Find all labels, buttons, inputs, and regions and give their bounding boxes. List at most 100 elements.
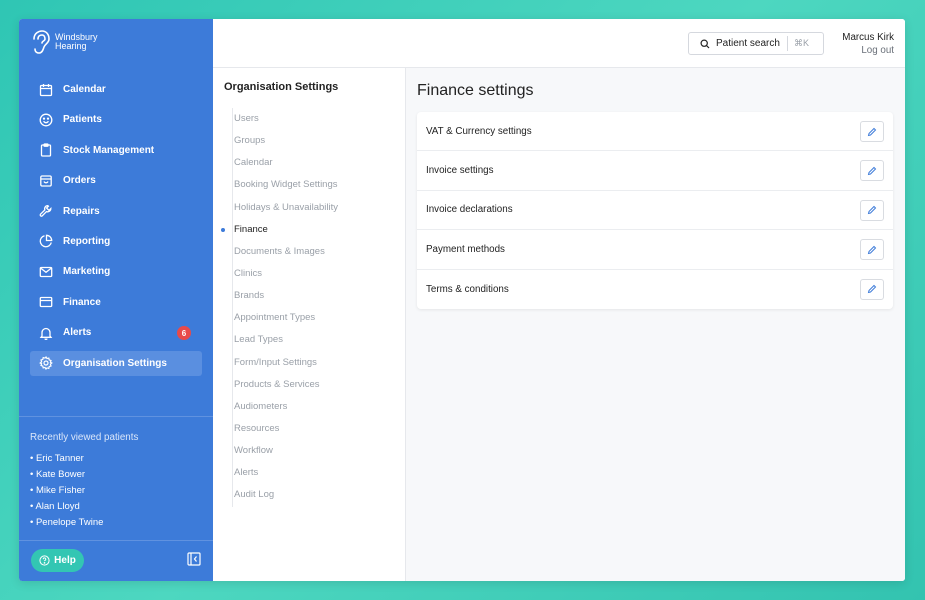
- pencil-icon: [867, 166, 877, 176]
- nav-label: Finance: [63, 296, 101, 308]
- nav-item-organisation-settings[interactable]: Organisation Settings: [30, 350, 202, 376]
- pencil-icon: [867, 284, 877, 294]
- subnav-item-products-services[interactable]: Products & Services: [232, 374, 392, 396]
- pie-chart-icon: [39, 235, 53, 248]
- nav-item-orders[interactable]: Orders: [30, 168, 202, 193]
- nav-label: Orders: [63, 175, 96, 187]
- nav-item-patients[interactable]: Patients: [30, 107, 202, 132]
- pencil-icon: [867, 127, 877, 136]
- settings-row-label: Invoice declarations: [426, 204, 513, 216]
- subnav-list: Users Groups Calendar Booking Widget Set…: [221, 108, 392, 507]
- sidebar-divider: [19, 540, 213, 541]
- recent-title: Recently viewed patients: [30, 432, 139, 443]
- search-shortcut: ⌘K: [787, 36, 823, 51]
- nav-label: Stock Management: [63, 144, 155, 156]
- settings-card: VAT & Currency settings Invoice settings…: [417, 112, 893, 309]
- question-icon: [39, 555, 50, 566]
- clipboard-icon: [40, 143, 52, 157]
- subnav-item-workflow[interactable]: Workflow: [232, 440, 392, 462]
- edit-button[interactable]: [860, 278, 884, 300]
- edit-button[interactable]: [860, 239, 884, 261]
- subnav-item-audiometers[interactable]: Audiometers: [232, 396, 392, 418]
- subnav-item-audit-log[interactable]: Audit Log: [232, 484, 392, 506]
- search-icon: [700, 38, 710, 48]
- page-title: Finance settings: [417, 82, 534, 99]
- subnav-item-alerts[interactable]: Alerts: [232, 462, 392, 484]
- nav-label: Organisation Settings: [63, 357, 167, 369]
- nav-item-calendar[interactable]: Calendar: [30, 77, 202, 102]
- settings-row-label: VAT & Currency settings: [426, 125, 532, 137]
- subnav-item-lead-types[interactable]: Lead Types: [232, 329, 392, 351]
- recent-patient-link[interactable]: • Kate Bower: [30, 467, 138, 483]
- subnav-item-documents-images[interactable]: Documents & Images: [232, 241, 392, 263]
- sidebar: Windsbury Hearing Calendar Patients Stoc…: [19, 19, 213, 581]
- calendar-icon: [39, 83, 53, 96]
- subnav-item-finance[interactable]: Finance: [221, 219, 392, 241]
- settings-row-vat-currency: VAT & Currency settings: [417, 112, 893, 152]
- main-area: Patient search ⌘K Marcus Kirk Log out Or…: [213, 19, 905, 581]
- subnav-item-groups[interactable]: Groups: [232, 130, 392, 152]
- help-button[interactable]: Help: [31, 549, 84, 572]
- subnav-item-holidays-unavailability[interactable]: Holidays & Unavailability: [232, 197, 392, 219]
- bell-icon: [39, 327, 53, 340]
- nav-label: Patients: [63, 114, 102, 126]
- ear-icon: [33, 30, 50, 54]
- settings-subnav: Organisation Settings Users Groups Calen…: [213, 68, 406, 581]
- alerts-count-badge: 6: [177, 326, 191, 341]
- recent-patient-link[interactable]: • Mike Fisher: [30, 483, 138, 499]
- settings-row-terms-conditions: Terms & conditions: [417, 270, 893, 309]
- settings-row-label: Terms & conditions: [426, 283, 509, 295]
- recent-patient-link[interactable]: • Alan Lloyd: [30, 499, 138, 515]
- subnav-item-calendar[interactable]: Calendar: [232, 152, 392, 174]
- card-icon: [39, 297, 53, 308]
- edit-button[interactable]: [860, 121, 884, 142]
- settings-row-payment-methods: Payment methods: [417, 230, 893, 270]
- patient-search-button[interactable]: Patient search ⌘K: [688, 32, 824, 55]
- edit-button[interactable]: [860, 199, 884, 221]
- subnav-item-form-input-settings[interactable]: Form/Input Settings: [232, 352, 392, 374]
- search-label: Patient search: [716, 38, 780, 49]
- finance-settings-panel: Finance settings VAT & Currency settings…: [406, 68, 905, 581]
- subnav-item-brands[interactable]: Brands: [232, 285, 392, 307]
- sidebar-divider: [19, 416, 213, 417]
- nav-item-marketing[interactable]: Marketing: [30, 259, 202, 284]
- smile-icon: [39, 113, 53, 127]
- nav-label: Calendar: [63, 84, 106, 95]
- settings-row-label: Invoice settings: [426, 165, 494, 177]
- pencil-icon: [867, 245, 877, 254]
- user-name: Marcus Kirk: [842, 32, 894, 43]
- top-bar: Patient search ⌘K Marcus Kirk Log out: [213, 19, 905, 68]
- collapse-sidebar-icon[interactable]: [187, 552, 201, 566]
- subnav-item-booking-widget-settings[interactable]: Booking Widget Settings: [232, 174, 392, 196]
- brand-name-line2: Hearing: [55, 41, 87, 51]
- subnav-item-resources[interactable]: Resources: [232, 418, 392, 440]
- recent-patient-link[interactable]: • Penelope Twine: [30, 515, 138, 531]
- mail-icon: [39, 266, 53, 277]
- recently-viewed-patients: Recently viewed patients • Eric Tanner •…: [30, 432, 138, 531]
- help-label: Help: [54, 555, 76, 566]
- nav-item-repairs[interactable]: Repairs: [30, 199, 202, 224]
- recent-patient-link[interactable]: • Eric Tanner: [30, 451, 138, 467]
- nav-item-finance[interactable]: Finance: [30, 290, 202, 315]
- box-icon: [40, 175, 52, 187]
- main-nav: Calendar Patients Stock Management Order…: [30, 77, 202, 381]
- edit-button[interactable]: [860, 160, 884, 182]
- subnav-item-appointment-types[interactable]: Appointment Types: [232, 307, 392, 329]
- subnav-item-clinics[interactable]: Clinics: [232, 263, 392, 285]
- settings-row-invoice-declarations: Invoice declarations: [417, 191, 893, 231]
- pencil-icon: [867, 206, 877, 215]
- logout-link[interactable]: Log out: [842, 44, 894, 57]
- subnav-title: Organisation Settings: [224, 81, 339, 93]
- nav-label: Alerts: [63, 327, 92, 339]
- nav-item-alerts[interactable]: Alerts 6: [30, 320, 202, 345]
- wrench-icon: [39, 205, 52, 217]
- app-window: Windsbury Hearing Calendar Patients Stoc…: [19, 19, 905, 581]
- user-menu: Marcus Kirk Log out: [842, 31, 894, 57]
- brand-logo[interactable]: Windsbury Hearing: [30, 29, 98, 55]
- nav-item-reporting[interactable]: Reporting: [30, 229, 202, 254]
- nav-item-stock-management[interactable]: Stock Management: [30, 138, 202, 163]
- nav-label: Reporting: [63, 235, 111, 247]
- settings-row-label: Payment methods: [426, 243, 505, 255]
- settings-row-invoice-settings: Invoice settings: [417, 151, 893, 191]
- subnav-item-users[interactable]: Users: [232, 108, 392, 130]
